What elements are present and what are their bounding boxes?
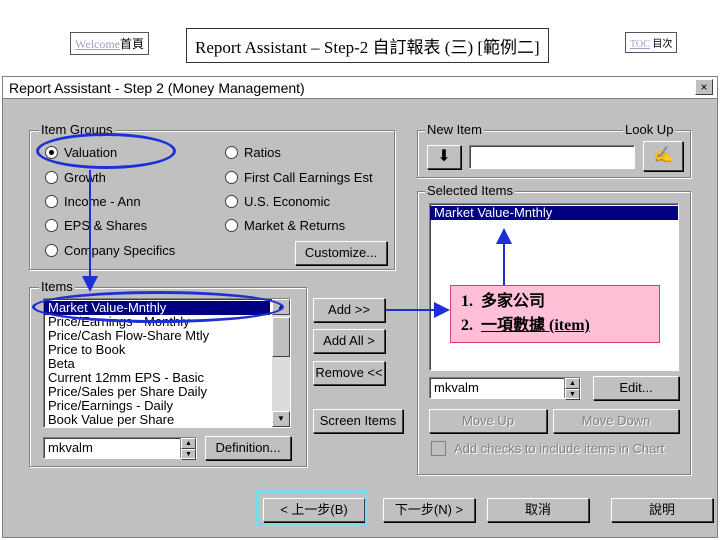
annotation-arrows bbox=[82, 170, 512, 318]
annotation-number: 2. bbox=[461, 317, 473, 334]
annotation-text: 一項數據 (item) bbox=[481, 317, 590, 334]
annotation-line-2: 2. 一項數據 (item) bbox=[461, 314, 649, 338]
annotation-line-1: 1. 多家公司 bbox=[461, 290, 649, 314]
annotation-text: 多家公司 bbox=[481, 293, 546, 310]
annotation-number: 1. bbox=[461, 293, 473, 310]
annotation-note: 1. 多家公司 2. 一項數據 (item) bbox=[450, 285, 660, 343]
